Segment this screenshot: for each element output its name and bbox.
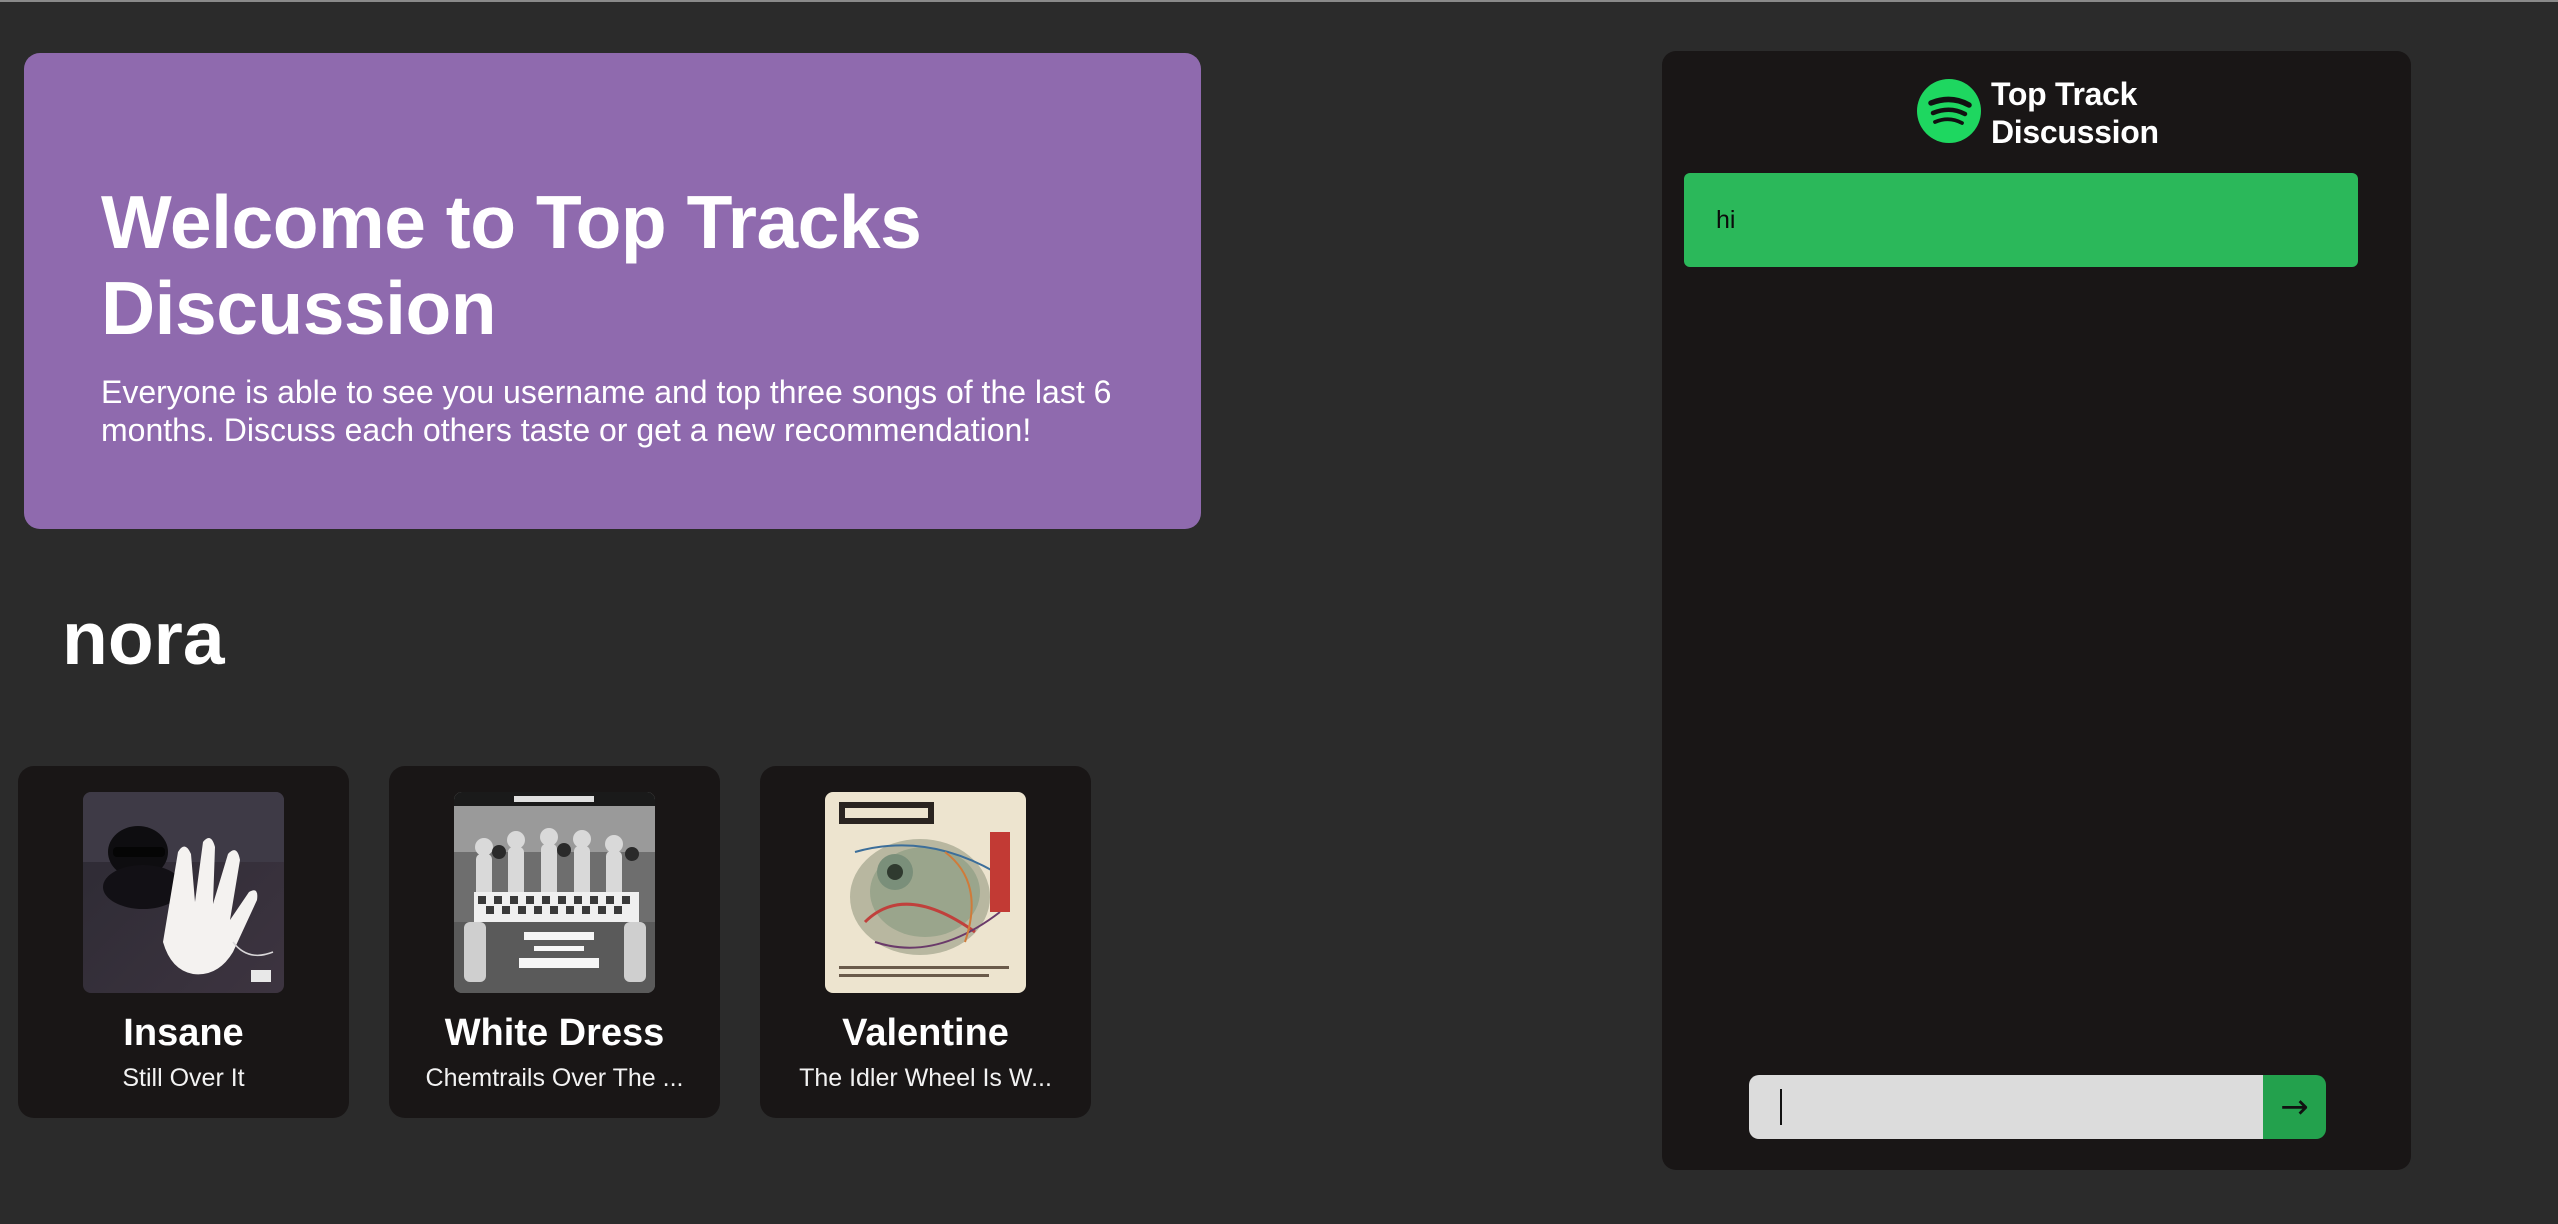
chat-title: Top Track Discussion [1991,76,2159,150]
album-cover-image [454,792,655,993]
track-card[interactable]: White Dress Chemtrails Over The ... [389,766,720,1118]
track-card[interactable]: Valentine The Idler Wheel Is W... [760,766,1091,1118]
track-card[interactable]: Insane Still Over It [18,766,349,1118]
album-cover-chemtrails-art [454,792,655,993]
album-cover-image [83,792,284,993]
chat-panel: Top Track Discussion hi → [1662,51,2411,1170]
chat-message: hi [1684,173,2358,267]
welcome-title: Welcome to Top Tracks Discussion [101,180,922,350]
chat-input-row: → [1749,1075,2326,1139]
send-button[interactable]: → [2263,1075,2326,1139]
track-title: White Dress [444,1012,665,1054]
page: Welcome to Top Tracks Discussion Everyon… [0,0,2558,1224]
chat-message-input[interactable] [1749,1075,2263,1139]
track-album: The Idler Wheel Is W... [799,1064,1052,1092]
track-title: Valentine [842,1012,1009,1054]
spotify-icon [1917,79,1981,143]
track-title: Insane [123,1012,244,1054]
welcome-description: Everyone is able to see you username and… [101,374,1112,448]
album-cover-idler-wheel-art [825,792,1026,993]
username-heading: nora [62,596,225,680]
chat-message-text: hi [1716,205,1736,234]
track-album: Still Over It [122,1064,245,1092]
welcome-card: Welcome to Top Tracks Discussion Everyon… [24,53,1201,529]
text-cursor [1780,1089,1782,1125]
album-cover-insane-art [83,792,284,993]
album-cover-image [825,792,1026,993]
window-top-border [0,0,2558,2]
track-album: Chemtrails Over The ... [425,1064,684,1092]
